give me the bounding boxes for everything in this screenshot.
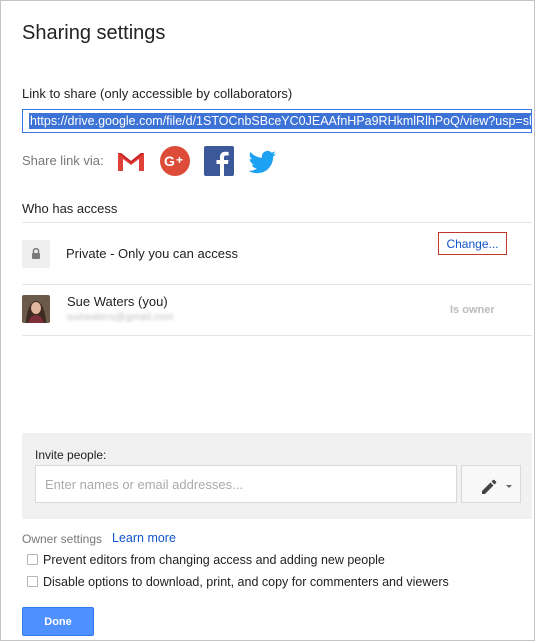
- twitter-icon[interactable]: [246, 145, 278, 177]
- owner-settings-label: Owner settings: [22, 532, 103, 546]
- owner-name: Sue Waters (you): [67, 294, 168, 309]
- owner-role-label: Is owner: [450, 304, 495, 316]
- link-to-share-label: Link to share (only accessible by collab…: [22, 86, 293, 101]
- prevent-editors-checkbox[interactable]: [27, 554, 38, 565]
- sharing-settings-dialog: Sharing settings Link to share (only acc…: [0, 0, 535, 641]
- dialog-title: Sharing settings: [22, 22, 166, 44]
- permission-dropdown-button[interactable]: [461, 465, 521, 503]
- prevent-editors-label[interactable]: Prevent editors from changing access and…: [43, 553, 385, 567]
- disable-download-checkbox[interactable]: [27, 576, 38, 587]
- share-link-url[interactable]: https://drive.google.com/file/d/1STOCnbS…: [29, 113, 531, 129]
- divider: [22, 222, 532, 223]
- invite-people-label: Invite people:: [35, 448, 107, 462]
- change-access-button[interactable]: Change...: [438, 232, 507, 255]
- owner-email: suewaters@gmail.com: [67, 312, 174, 323]
- done-button[interactable]: Done: [22, 607, 94, 636]
- learn-more-link[interactable]: Learn more: [112, 531, 176, 545]
- gmail-icon[interactable]: [115, 145, 147, 177]
- disable-download-label[interactable]: Disable options to download, print, and …: [43, 575, 449, 589]
- facebook-icon[interactable]: [203, 145, 235, 177]
- access-level-badge: [22, 240, 50, 268]
- avatar: [22, 295, 50, 323]
- access-description: Private - Only you can access: [66, 246, 238, 261]
- invite-people-input[interactable]: [35, 465, 457, 503]
- svg-text:G: G: [164, 153, 175, 169]
- who-has-access-heading: Who has access: [22, 201, 118, 216]
- lock-icon: [32, 247, 40, 259]
- share-link-via-label: Share link via:: [22, 153, 104, 168]
- chevron-down-icon: [506, 485, 512, 488]
- divider: [22, 335, 532, 336]
- pencil-icon: [482, 479, 512, 494]
- invite-people-panel: Invite people:: [22, 433, 532, 519]
- google-plus-icon[interactable]: G +: [159, 145, 191, 177]
- share-link-field[interactable]: https://drive.google.com/file/d/1STOCnbS…: [22, 109, 532, 133]
- svg-text:+: +: [176, 153, 183, 167]
- divider: [22, 284, 532, 285]
